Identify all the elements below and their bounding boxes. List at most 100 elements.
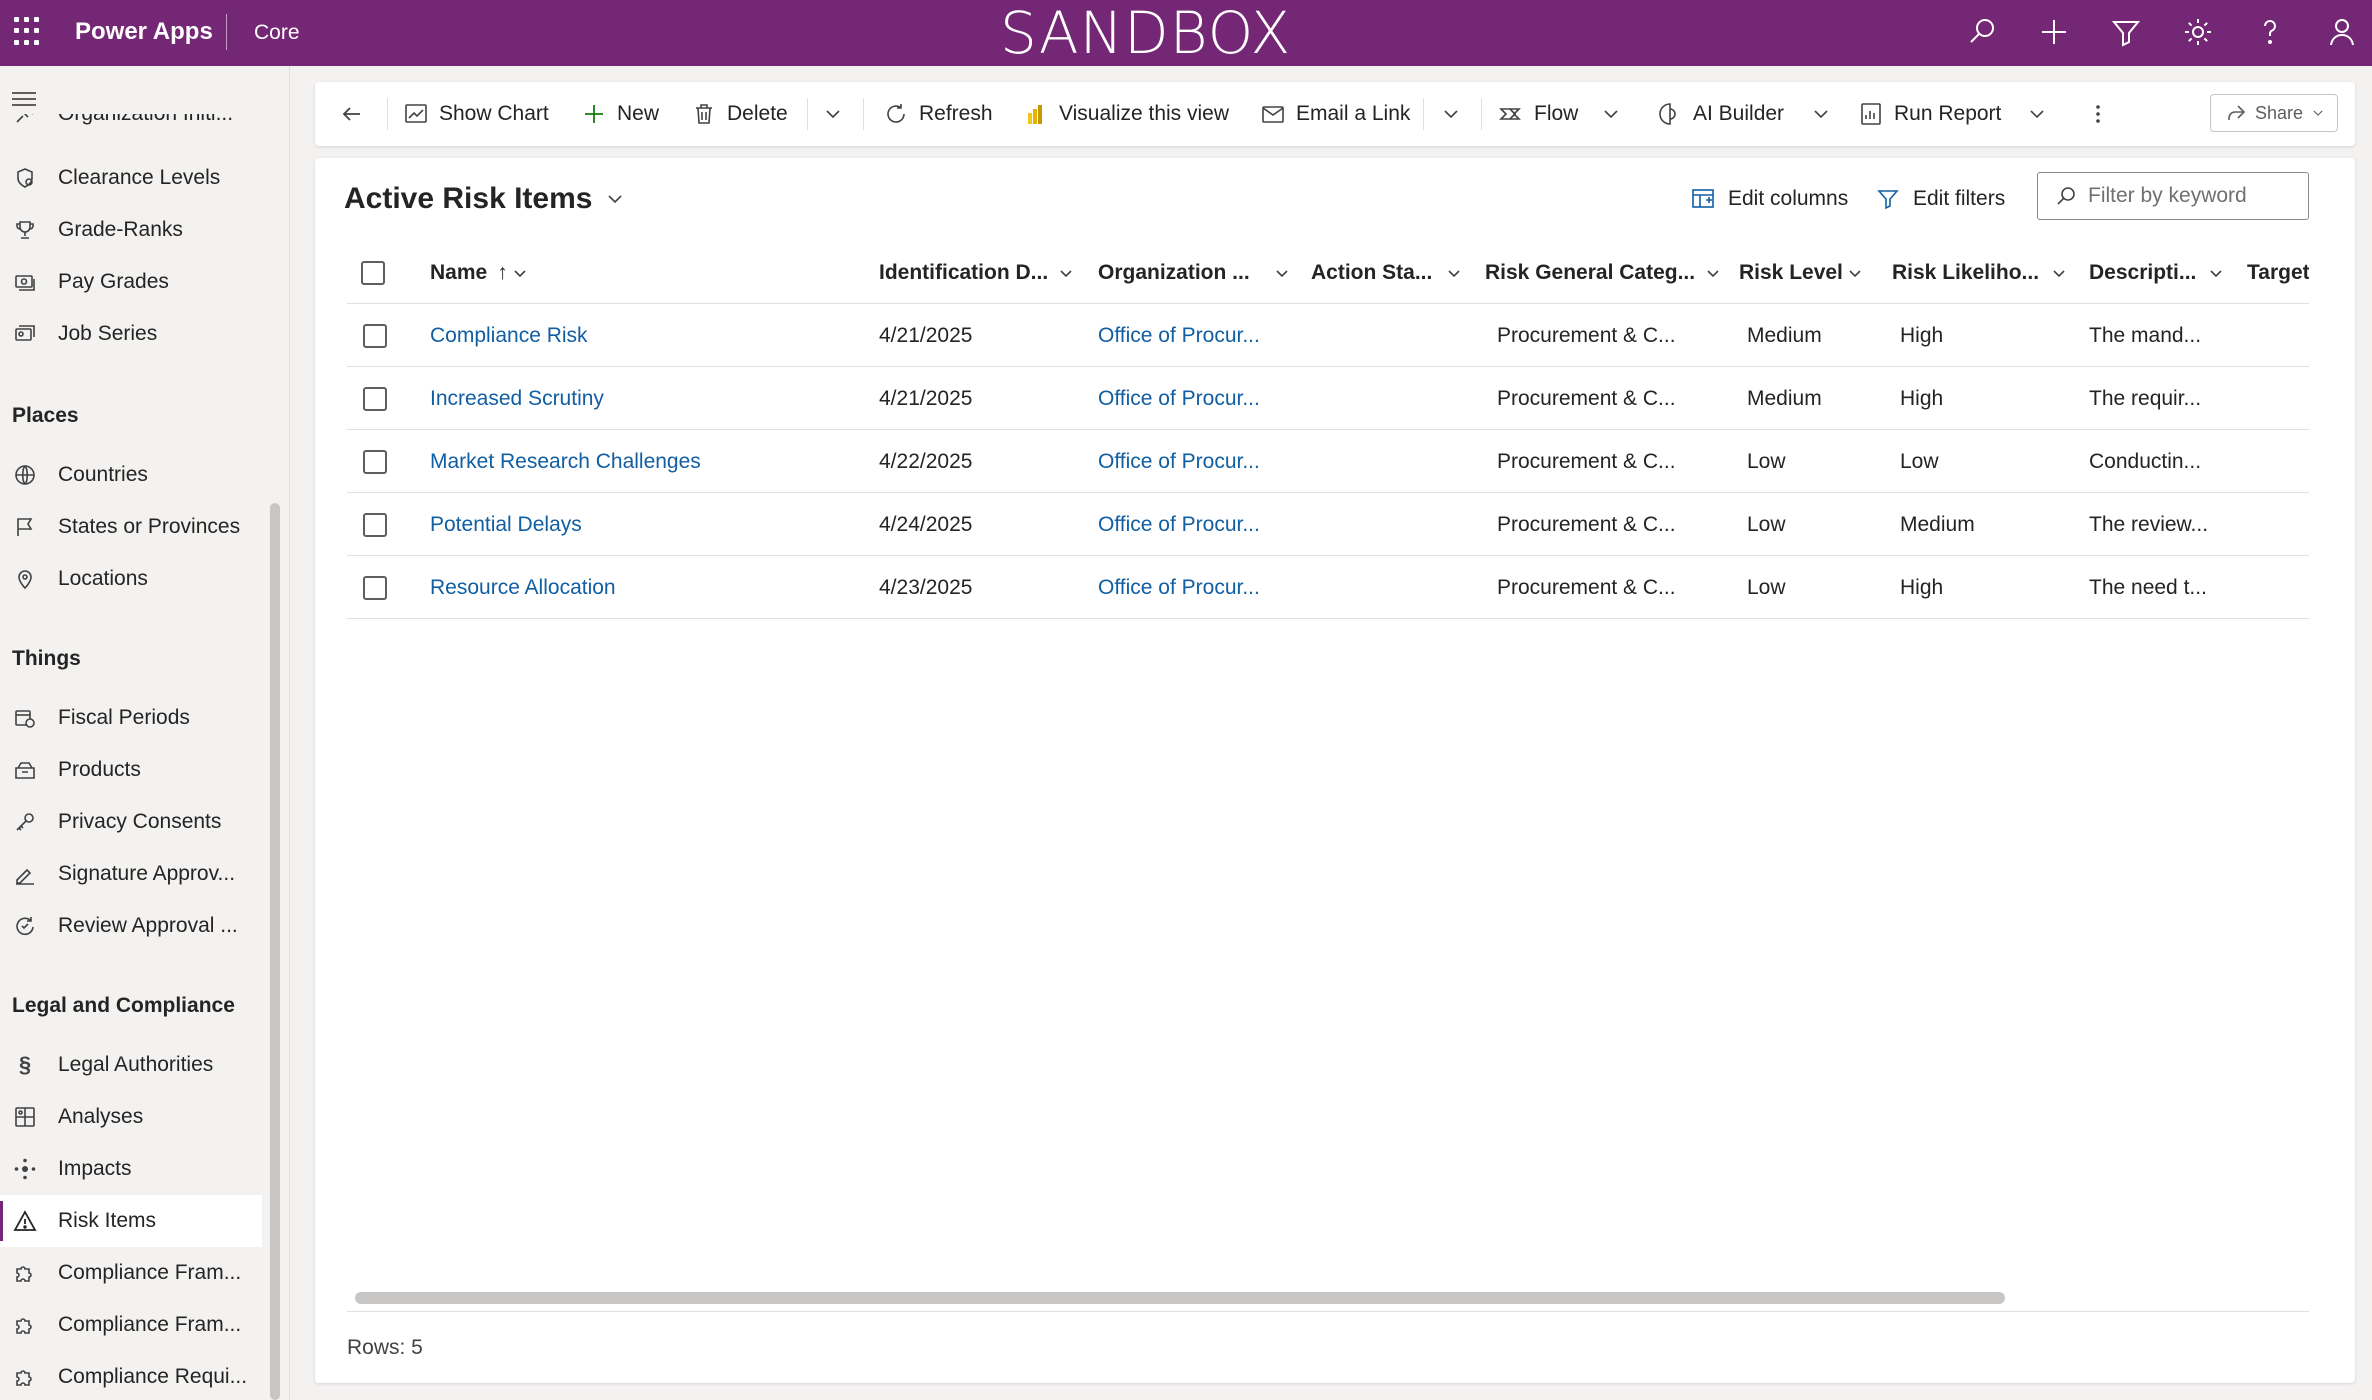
sidebar-item-label: Review Approval ... [58,914,238,937]
select-all-checkbox[interactable] [361,261,385,285]
risk-name-link[interactable]: Potential Delays [430,493,582,556]
sidebar-item-countries[interactable]: Countries [0,449,262,501]
organization-link[interactable]: Office of Procur... [1098,493,1260,556]
sidebar-item-compliance-frameworks[interactable]: Compliance Fram... [0,1247,262,1299]
sidebar-item-compliance-frameworks-2[interactable]: Compliance Fram... [0,1299,262,1351]
sidebar-item-locations[interactable]: Locations [0,553,262,605]
column-header-target[interactable]: Target [2247,242,2309,304]
environment-name[interactable]: Core [254,21,300,45]
risk-name-link[interactable]: Market Research Challenges [430,430,701,493]
risk-name-link[interactable]: Compliance Risk [430,304,588,367]
visualize-view-button[interactable]: Visualize this view [1023,82,1229,146]
organization-link[interactable]: Office of Procur... [1098,367,1260,430]
sidebar-item-label: Impacts [58,1157,132,1180]
sidebar-item-organization-initiatives[interactable]: Organization Initi... [0,114,289,148]
risk-level-cell: Low [1747,449,1786,473]
sidebar-item-signature-approvals[interactable]: Signature Approv... [0,848,262,900]
sidebar-item-label: Compliance Requi... [58,1365,248,1388]
power-bi-icon [1028,105,1042,124]
sidebar-item-legal-authorities[interactable]: § Legal Authorities [0,1039,262,1091]
show-chart-button[interactable]: Show Chart [403,82,549,146]
delete-button[interactable]: Delete [691,82,788,146]
organization-link[interactable]: Office of Procur... [1098,304,1260,367]
sidebar-item-fiscal-periods[interactable]: Fiscal Periods [0,692,262,744]
flow-dropdown[interactable] [1601,82,1621,146]
risk-name-link[interactable]: Resource Allocation [430,556,616,619]
refresh-button[interactable]: Refresh [883,82,993,146]
edit-filters-button[interactable]: Edit filters [1875,186,2005,212]
sidebar-item-risk-items[interactable]: Risk Items [0,1195,262,1247]
waffle-icon[interactable] [14,17,40,47]
sidebar-item-review-approvals[interactable]: Review Approval ... [0,900,262,952]
column-header-risk-level[interactable]: Risk Level [1739,242,1863,304]
column-header-action-status[interactable]: Action Sta... [1311,242,1462,304]
share-button[interactable]: Share [2210,94,2338,132]
table-row[interactable]: Increased Scrutiny 4/21/2025 Office of P… [347,367,2309,430]
row-checkbox[interactable] [363,513,387,537]
table-row[interactable]: Market Research Challenges 4/22/2025 Off… [347,430,2309,493]
puzzle-icon [12,1312,38,1338]
row-checkbox[interactable] [363,450,387,474]
row-checkbox[interactable] [363,576,387,600]
app-name[interactable]: Power Apps [75,18,213,46]
organization-link[interactable]: Office of Procur... [1098,556,1260,619]
hamburger-icon[interactable] [12,92,36,106]
more-options-button[interactable] [2085,82,2121,146]
description-cell: The review... [2089,512,2209,536]
sidebar-item-compliance-requirements[interactable]: Compliance Requi... [0,1351,262,1400]
sidebar-item-products[interactable]: Products [0,744,262,796]
column-header-risk-general-category[interactable]: Risk General Categ... [1485,242,1721,304]
run-report-dropdown[interactable] [2027,82,2047,146]
risk-name-link[interactable]: Increased Scrutiny [430,367,604,430]
sidebar-item-privacy-consents[interactable]: Privacy Consents [0,796,262,848]
warning-icon [12,1208,38,1234]
email-link-dropdown[interactable] [1441,82,1461,146]
ai-builder-button[interactable]: AI Builder [1657,82,1784,146]
view-selector[interactable]: Active Risk Items [344,182,626,216]
risk-likelihood-cell: High [1900,323,1944,347]
sidebar-scrollbar[interactable] [270,503,280,1400]
run-report-button[interactable]: Run Report [1858,82,2001,146]
filter-by-keyword-input[interactable] [2088,184,2298,208]
column-header-organization[interactable]: Organization ... [1098,242,1290,304]
chevron-down-icon [514,270,526,278]
email-link-button[interactable]: Email a Link [1260,82,1410,146]
flow-icon [1499,108,1521,120]
search-icon[interactable] [1964,14,2000,50]
horizontal-scrollbar[interactable] [355,1292,2005,1304]
sidebar-item-impacts[interactable]: Impacts [0,1143,262,1195]
column-header-label: Target [2247,261,2309,284]
table-row[interactable]: Compliance Risk 4/21/2025 Office of Proc… [347,304,2309,367]
row-checkbox[interactable] [363,387,387,411]
plus-icon[interactable] [2036,14,2072,50]
sidebar-item-label: Compliance Fram... [58,1261,242,1284]
column-header-description[interactable]: Descripti... [2089,242,2224,304]
table-row[interactable]: Resource Allocation 4/23/2025 Office of … [347,556,2309,619]
filter-by-keyword-box[interactable] [2037,172,2309,220]
report-icon [1861,103,1881,125]
sidebar-item-states-or-provinces[interactable]: States or Provinces [0,501,262,553]
column-header-name[interactable]: Name ↑ [430,242,528,304]
more-commands-dropdown[interactable] [823,82,843,146]
flow-button[interactable]: Flow [1498,82,1578,146]
help-icon[interactable] [2252,14,2288,50]
sidebar-item-analyses[interactable]: Analyses [0,1091,262,1143]
column-header-risk-likelihood[interactable]: Risk Likeliho... [1892,242,2067,304]
settings-icon[interactable] [2180,14,2216,50]
sidebar-item-job-series[interactable]: Job Series [0,308,262,360]
trophy-icon [12,217,38,243]
sidebar-item-clearance-levels[interactable]: Clearance Levels [0,152,262,204]
filter-icon[interactable] [2108,14,2144,50]
back-button[interactable] [339,82,375,146]
sidebar-item-pay-grades[interactable]: Pay Grades [0,256,262,308]
row-checkbox[interactable] [363,324,387,348]
column-header-identification-date[interactable]: Identification D... [879,242,1074,304]
edit-columns-button[interactable]: Edit columns [1690,186,1848,212]
organization-link[interactable]: Office of Procur... [1098,430,1260,493]
new-button[interactable]: New [581,82,659,146]
view-panel: Active Risk Items Edit columns Edit filt… [315,158,2355,1383]
sidebar-item-grade-ranks[interactable]: Grade-Ranks [0,204,262,256]
table-row[interactable]: Potential Delays 4/24/2025 Office of Pro… [347,493,2309,556]
user-icon[interactable] [2324,14,2360,50]
ai-builder-dropdown[interactable] [1811,82,1831,146]
